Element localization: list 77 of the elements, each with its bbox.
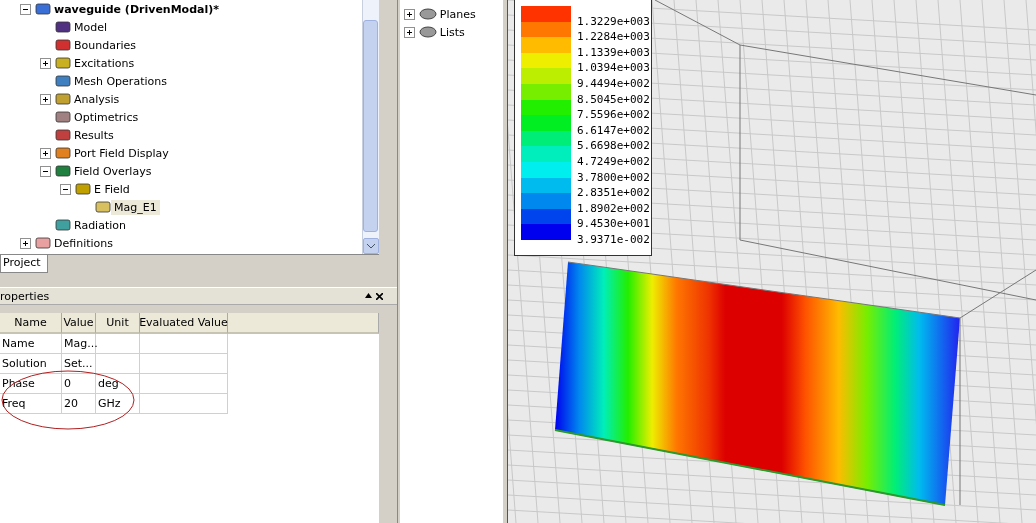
table-cell: Set... <box>62 354 96 374</box>
legend-value: 7.5596e+002 <box>577 109 650 121</box>
expand-toggle[interactable] <box>40 147 51 159</box>
expand-toggle[interactable] <box>20 237 31 249</box>
tree-node-icon <box>35 236 51 250</box>
panel-title: roperties <box>0 289 50 303</box>
tree-node-icon <box>418 25 437 39</box>
column-header[interactable]: Unit <box>96 313 140 334</box>
tree-node-icon <box>35 2 51 16</box>
collapse-toggle[interactable] <box>40 165 51 177</box>
table-cell: Freq <box>0 394 62 414</box>
tree-node-icon <box>55 74 71 88</box>
tree-node-icon <box>418 7 437 21</box>
legend-value: 3.9371e-002 <box>577 233 650 245</box>
table-cell: 0 <box>62 374 96 394</box>
table-cell: Mag... <box>62 334 96 354</box>
tree-item[interactable]: Boundaries <box>71 37 140 53</box>
tree-item[interactable]: Definitions <box>51 235 116 251</box>
tree-item[interactable]: Mesh Operations <box>71 73 170 89</box>
expand-toggle[interactable] <box>403 8 415 20</box>
tree-node-icon <box>55 110 71 124</box>
legend-value: 9.4494e+002 <box>577 77 650 89</box>
legend-value: 9.4530e+001 <box>577 218 650 230</box>
tree-item[interactable]: Radiation <box>71 217 129 233</box>
collapse-toggle[interactable] <box>60 183 71 195</box>
expand-toggle[interactable] <box>40 93 51 105</box>
tree-node-icon <box>55 128 71 142</box>
table-cell: 20 <box>62 394 96 414</box>
tree-item[interactable]: Port Field Display <box>71 145 172 161</box>
tree-item[interactable]: Analysis <box>71 91 123 107</box>
tree-item[interactable]: Lists <box>436 24 468 40</box>
legend-value: 8.5045e+002 <box>577 93 650 105</box>
legend-value: 3.7800e+002 <box>577 171 650 183</box>
scroll-down-icon[interactable] <box>366 243 375 249</box>
tree-node-icon <box>95 200 111 214</box>
tree-item[interactable]: Model <box>71 19 111 35</box>
legend-value: 6.6147e+002 <box>577 124 650 136</box>
legend-value: 4.7249e+002 <box>577 155 650 167</box>
column-header[interactable]: Name <box>0 313 62 334</box>
table-cell: GHz <box>96 394 140 414</box>
pin-icon[interactable] <box>364 292 372 298</box>
tree-node-icon <box>55 20 71 34</box>
legend-value: 1.8902e+002 <box>577 202 650 214</box>
tree-item[interactable]: waveguide (DrivenModal)* <box>51 1 223 17</box>
table-cell: Name <box>0 334 62 354</box>
tree-item[interactable]: Field Overlays <box>71 163 155 179</box>
tree-item[interactable]: Mag_E1 <box>111 199 160 215</box>
legend-value: 2.8351e+002 <box>577 187 650 199</box>
empty-cell <box>96 334 140 354</box>
tree-node-icon <box>55 146 71 160</box>
tree-item[interactable]: Excitations <box>71 55 138 71</box>
expand-toggle[interactable] <box>403 26 415 38</box>
empty-cell <box>96 354 140 374</box>
column-header[interactable]: Value <box>62 313 96 334</box>
legend-value: 1.1339e+003 <box>577 46 650 58</box>
tree-item[interactable]: Results <box>71 127 117 143</box>
table-cell: Solution <box>0 354 62 374</box>
column-header[interactable]: Evaluated Value <box>140 313 228 334</box>
legend-value: 1.3229e+003 <box>577 15 650 27</box>
legend-value: 1.0394e+003 <box>577 62 650 74</box>
tree-node-icon <box>55 218 71 232</box>
tree-item[interactable]: E Field <box>91 181 133 197</box>
tree-node-icon <box>55 56 71 70</box>
tree-node-icon <box>75 182 91 196</box>
tree-item[interactable]: Planes <box>436 6 479 22</box>
tree-item[interactable]: Optimetrics <box>71 109 142 125</box>
expand-toggle[interactable] <box>40 57 51 69</box>
tree-node-icon <box>55 164 71 178</box>
scrollbar[interactable] <box>361 0 379 254</box>
table-cell: deg <box>96 374 140 394</box>
tree-node-icon <box>55 92 71 106</box>
close-icon[interactable] <box>375 292 383 300</box>
legend-value: 5.6698e+002 <box>577 140 650 152</box>
tree-node-icon <box>55 38 71 52</box>
legend-value: 1.2284e+003 <box>577 31 650 43</box>
collapse-toggle[interactable] <box>20 3 31 15</box>
project-tab[interactable]: Project <box>0 255 48 273</box>
